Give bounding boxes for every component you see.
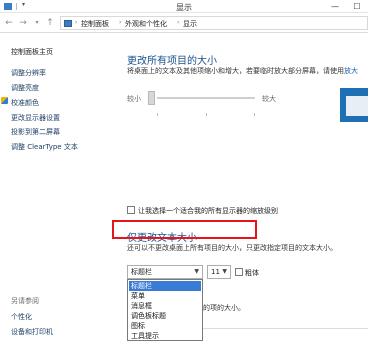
size-slider-thumb[interactable] bbox=[148, 91, 155, 105]
text-item-dropdown-list: 标题栏 菜单 消息框 调色板标题 图标 工具提示 bbox=[127, 279, 203, 341]
recent-locations-icon[interactable]: ▾ bbox=[31, 17, 43, 29]
dropdown-option-title-bar[interactable]: 标题栏 bbox=[129, 281, 201, 291]
dropdown-option-menu[interactable]: 菜单 bbox=[129, 291, 201, 301]
scale-level-label: 让我选择一个适合我的所有显示器的缩放级别 bbox=[138, 207, 278, 215]
sidebar-item-calibrate-color[interactable]: 校准颜色 bbox=[11, 98, 39, 108]
display-preview-window bbox=[346, 96, 368, 116]
sidebar-item-cleartype[interactable]: 调整 ClearType 文本 bbox=[11, 142, 78, 152]
size-slider-track[interactable] bbox=[157, 97, 255, 99]
slider-tick bbox=[157, 113, 158, 116]
window-title: 显示 bbox=[176, 3, 192, 12]
chevron-right-icon: › bbox=[177, 19, 180, 26]
dropdown-option-palette-title[interactable]: 调色板标题 bbox=[129, 311, 201, 321]
breadcrumb-item[interactable]: 显示 bbox=[183, 19, 197, 29]
control-panel-icon bbox=[64, 20, 72, 27]
annotation-highlight bbox=[112, 220, 257, 239]
address-bar: ← → ▾ ↑ › 控制面板 › 外观和个性化 › 显示 bbox=[0, 13, 368, 33]
see-also-heading: 另请参阅 bbox=[11, 297, 39, 305]
shield-icon bbox=[1, 97, 8, 104]
chevron-right-icon: › bbox=[75, 19, 78, 26]
sidebar-home-link[interactable]: 控制面板主页 bbox=[11, 47, 53, 57]
dropdown-option-message-box[interactable]: 消息框 bbox=[129, 301, 201, 311]
font-size-select[interactable]: 11 ▼ bbox=[207, 265, 231, 279]
up-arrow-icon[interactable]: ↑ bbox=[44, 17, 56, 29]
breadcrumb-item[interactable]: 外观和个性化 bbox=[125, 19, 167, 29]
slider-tick bbox=[206, 113, 207, 116]
text-item-select[interactable]: 标题栏 ▼ bbox=[127, 265, 203, 279]
text-item-select-value: 标题栏 bbox=[131, 268, 152, 276]
sidebar-item-project[interactable]: 投影到第二屏幕 bbox=[11, 127, 60, 137]
minimize-button[interactable]: — bbox=[324, 0, 346, 13]
text-size-description: 还可以不更改桌面上所有项目的大小，只更改指定项目的文本大小。 bbox=[127, 244, 337, 252]
breadcrumb-item[interactable]: 控制面板 bbox=[81, 19, 109, 29]
sidebar-item-brightness[interactable]: 调整亮度 bbox=[11, 83, 39, 93]
text-size-remark: 的项的大小。 bbox=[203, 304, 245, 312]
magnifier-link[interactable]: 放大 bbox=[344, 67, 358, 75]
slider-tick bbox=[254, 113, 255, 116]
back-arrow-icon[interactable]: ← bbox=[3, 17, 15, 29]
forward-arrow-icon[interactable]: → bbox=[17, 17, 29, 29]
dropdown-option-icon[interactable]: 图标 bbox=[129, 321, 201, 331]
size-section-description: 将桌面上的文本及其他项缩小和增大，若要临时放大部分屏幕，请使用放大 bbox=[127, 66, 358, 76]
chevron-down-icon: ▼ bbox=[194, 268, 199, 275]
bold-label: 粗体 bbox=[245, 269, 259, 277]
bold-checkbox[interactable] bbox=[235, 268, 243, 276]
sidebar-item-display-settings[interactable]: 更改显示器设置 bbox=[11, 113, 60, 123]
sidebar-item-resolution[interactable]: 调整分辨率 bbox=[11, 68, 46, 78]
maximize-button[interactable]: ☐ bbox=[346, 0, 368, 13]
divider bbox=[195, 328, 368, 329]
see-also-devices-printers[interactable]: 设备和打印机 bbox=[11, 327, 53, 337]
font-size-select-value: 11 bbox=[211, 268, 220, 276]
breadcrumb[interactable]: › 控制面板 › 外观和个性化 › 显示 bbox=[60, 16, 368, 30]
dropdown-option-tooltip[interactable]: 工具提示 bbox=[129, 331, 201, 341]
see-also-personalization[interactable]: 个性化 bbox=[11, 312, 32, 322]
slider-max-label: 较大 bbox=[262, 95, 276, 103]
scale-level-checkbox[interactable] bbox=[127, 206, 135, 214]
chevron-right-icon: › bbox=[119, 19, 122, 26]
slider-min-label: 较小 bbox=[127, 95, 141, 103]
size-section-heading: 更改所有项目的大小 bbox=[127, 56, 217, 67]
title-bar: ▾ 显示 — ☐ bbox=[0, 0, 368, 13]
chevron-down-icon: ▼ bbox=[222, 268, 227, 275]
size-description-text: 将桌面上的文本及其他项缩小和增大，若要临时放大部分屏幕，请使用 bbox=[127, 67, 344, 75]
